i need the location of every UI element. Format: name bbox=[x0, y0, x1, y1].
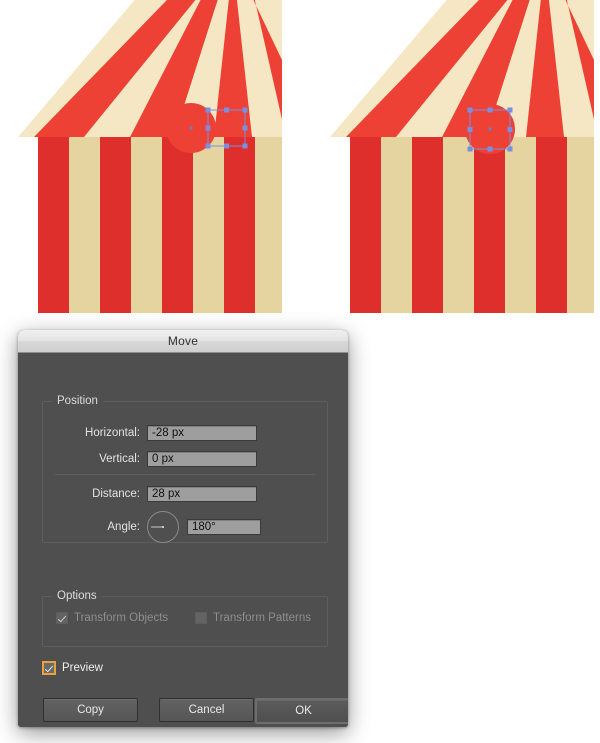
ok-button[interactable]: OK bbox=[255, 698, 348, 724]
angle-hub-icon bbox=[162, 526, 164, 528]
preview-checkbox-row[interactable]: Preview bbox=[42, 661, 103, 675]
cancel-button[interactable]: Cancel bbox=[159, 698, 254, 722]
horizontal-label: Horizontal: bbox=[85, 427, 140, 439]
angle-input[interactable] bbox=[187, 519, 261, 535]
vertical-field-row: Vertical: bbox=[54, 450, 257, 468]
distance-label: Distance: bbox=[92, 488, 140, 500]
transform-objects-checkbox[interactable] bbox=[56, 612, 68, 624]
transform-patterns-checkbox-row[interactable]: Transform Patterns bbox=[195, 612, 311, 624]
right-tent-group bbox=[330, 0, 594, 313]
right-center-point bbox=[488, 127, 492, 131]
preview-checkbox[interactable] bbox=[42, 661, 56, 675]
dialog-body: Position Horizontal: Vertical: Distance:… bbox=[18, 353, 348, 727]
distance-field-row: Distance: bbox=[54, 485, 257, 503]
position-group-label: Position bbox=[52, 395, 103, 407]
transform-objects-label: Transform Objects bbox=[74, 612, 169, 624]
angle-field-row: Angle: bbox=[54, 511, 261, 543]
transform-objects-checkbox-row[interactable]: Transform Objects bbox=[56, 612, 168, 624]
vertical-input[interactable] bbox=[147, 451, 257, 467]
distance-input[interactable] bbox=[147, 486, 257, 502]
right-base-group bbox=[350, 137, 594, 313]
position-divider bbox=[55, 474, 315, 475]
left-base-group bbox=[38, 137, 282, 313]
copy-button[interactable]: Copy bbox=[43, 698, 138, 722]
horizontal-input[interactable] bbox=[147, 425, 257, 441]
left-center-point bbox=[189, 126, 193, 130]
left-tent-group bbox=[18, 0, 282, 313]
horizontal-field-row: Horizontal: bbox=[54, 424, 257, 442]
artwork-canvas bbox=[18, 0, 594, 313]
angle-dial-control[interactable] bbox=[147, 511, 179, 543]
transform-patterns-label: Transform Patterns bbox=[213, 612, 311, 624]
angle-label: Angle: bbox=[107, 521, 140, 533]
vertical-label: Vertical: bbox=[99, 453, 140, 465]
preview-label: Preview bbox=[62, 662, 103, 674]
dialog-titlebar[interactable]: Move bbox=[18, 330, 348, 353]
position-group: Position Horizontal: Vertical: Distance:… bbox=[42, 395, 328, 543]
transform-patterns-checkbox[interactable] bbox=[195, 612, 207, 624]
options-group-label: Options bbox=[52, 590, 102, 602]
move-dialog: Move Position Horizontal: Vertical: Dist… bbox=[18, 330, 348, 727]
dialog-title: Move bbox=[167, 334, 199, 348]
options-group: Options Transform Objects Transform Patt… bbox=[42, 590, 328, 647]
